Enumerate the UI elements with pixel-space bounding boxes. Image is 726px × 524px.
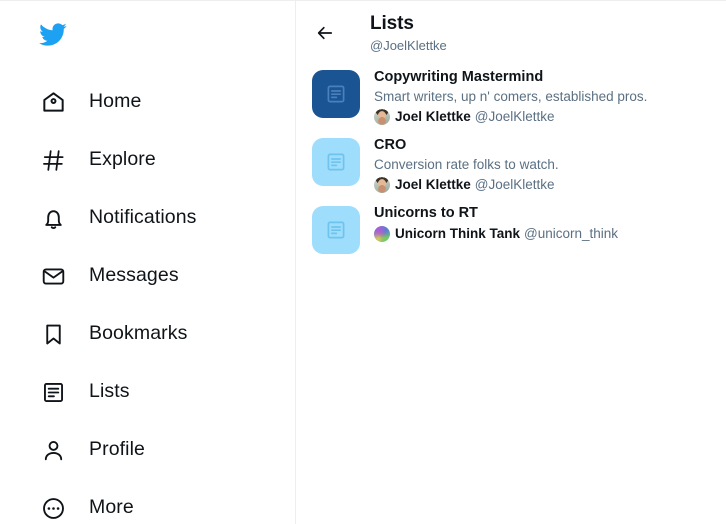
sidebar-item-home[interactable]: Home (38, 73, 295, 131)
twitter-logo-button[interactable] (38, 12, 88, 62)
list-owner[interactable]: Joel Klettke @JoelKlettke (374, 176, 559, 194)
list-description: Smart writers, up n' comers, established… (374, 89, 648, 104)
list-details: CRO Conversion rate folks to watch. Joel… (374, 136, 559, 194)
avatar (374, 177, 390, 193)
list-banner-icon (312, 206, 360, 254)
lists-main-column: Lists @JoelKlettke Copywriting Mastermin… (296, 1, 726, 524)
owner-display-name: Joel Klettke (395, 109, 471, 124)
page-subtitle-handle: @JoelKlettke (370, 38, 447, 53)
owner-handle: @JoelKlettke (474, 109, 555, 124)
sidebar-item-label: Profile (89, 438, 145, 461)
list-item[interactable]: Unicorns to RT Unicorn Think Tank @unico… (296, 199, 726, 261)
sidebar-item-more[interactable]: More (38, 479, 295, 524)
list-item[interactable]: CRO Conversion rate folks to watch. Joel… (296, 131, 726, 199)
list-icon (38, 377, 69, 408)
lists-collection: Copywriting Mastermind Smart writers, up… (296, 57, 726, 261)
sidebar-item-label: Notifications (89, 206, 197, 229)
sidebar-item-label: More (89, 496, 134, 519)
envelope-icon (38, 261, 69, 292)
avatar (374, 226, 390, 242)
bookmark-icon (38, 319, 69, 350)
sidebar-item-messages[interactable]: Messages (38, 247, 295, 305)
sidebar-item-label: Home (89, 90, 142, 113)
owner-handle: @JoelKlettke (474, 177, 555, 192)
primary-sidebar: Home Explore Notifications Messages Book… (0, 1, 296, 524)
sidebar-item-lists[interactable]: Lists (38, 363, 295, 421)
list-description: Conversion rate folks to watch. (374, 157, 559, 172)
list-title: Unicorns to RT (374, 205, 478, 221)
sidebar-item-label: Bookmarks (89, 322, 188, 345)
avatar (374, 109, 390, 125)
list-title: CRO (374, 137, 407, 153)
page-title: Lists (370, 13, 414, 34)
twitter-app-window: Home Explore Notifications Messages Book… (0, 0, 726, 524)
owner-display-name: Unicorn Think Tank (395, 226, 521, 241)
owner-display-name: Joel Klettke (395, 177, 471, 192)
list-owner[interactable]: Unicorn Think Tank @unicorn_think (374, 225, 618, 243)
hashtag-icon (38, 145, 69, 176)
twitter-bird-icon (38, 20, 67, 54)
header-text-block: Lists @JoelKlettke (370, 10, 447, 54)
sidebar-item-notifications[interactable]: Notifications (38, 189, 295, 247)
owner-handle: @unicorn_think (524, 226, 619, 241)
more-circle-icon (38, 493, 69, 524)
list-banner-icon (312, 70, 360, 118)
sidebar-item-label: Messages (89, 264, 179, 287)
sidebar-item-label: Lists (89, 380, 130, 403)
list-title: Copywriting Mastermind (374, 69, 544, 85)
bell-icon (38, 203, 69, 234)
back-button[interactable] (308, 18, 342, 52)
list-banner-icon (312, 138, 360, 186)
person-icon (38, 435, 69, 466)
sidebar-item-profile[interactable]: Profile (38, 421, 295, 479)
sidebar-item-bookmarks[interactable]: Bookmarks (38, 305, 295, 363)
list-details: Copywriting Mastermind Smart writers, up… (374, 68, 647, 126)
arrow-left-icon (315, 23, 335, 48)
list-details: Unicorns to RT Unicorn Think Tank @unico… (374, 204, 618, 243)
home-icon (38, 87, 69, 118)
sidebar-item-label: Explore (89, 148, 156, 171)
lists-header: Lists @JoelKlettke (296, 1, 726, 57)
list-item[interactable]: Copywriting Mastermind Smart writers, up… (296, 63, 726, 131)
sidebar-item-explore[interactable]: Explore (38, 131, 295, 189)
list-owner[interactable]: Joel Klettke @JoelKlettke (374, 108, 647, 126)
